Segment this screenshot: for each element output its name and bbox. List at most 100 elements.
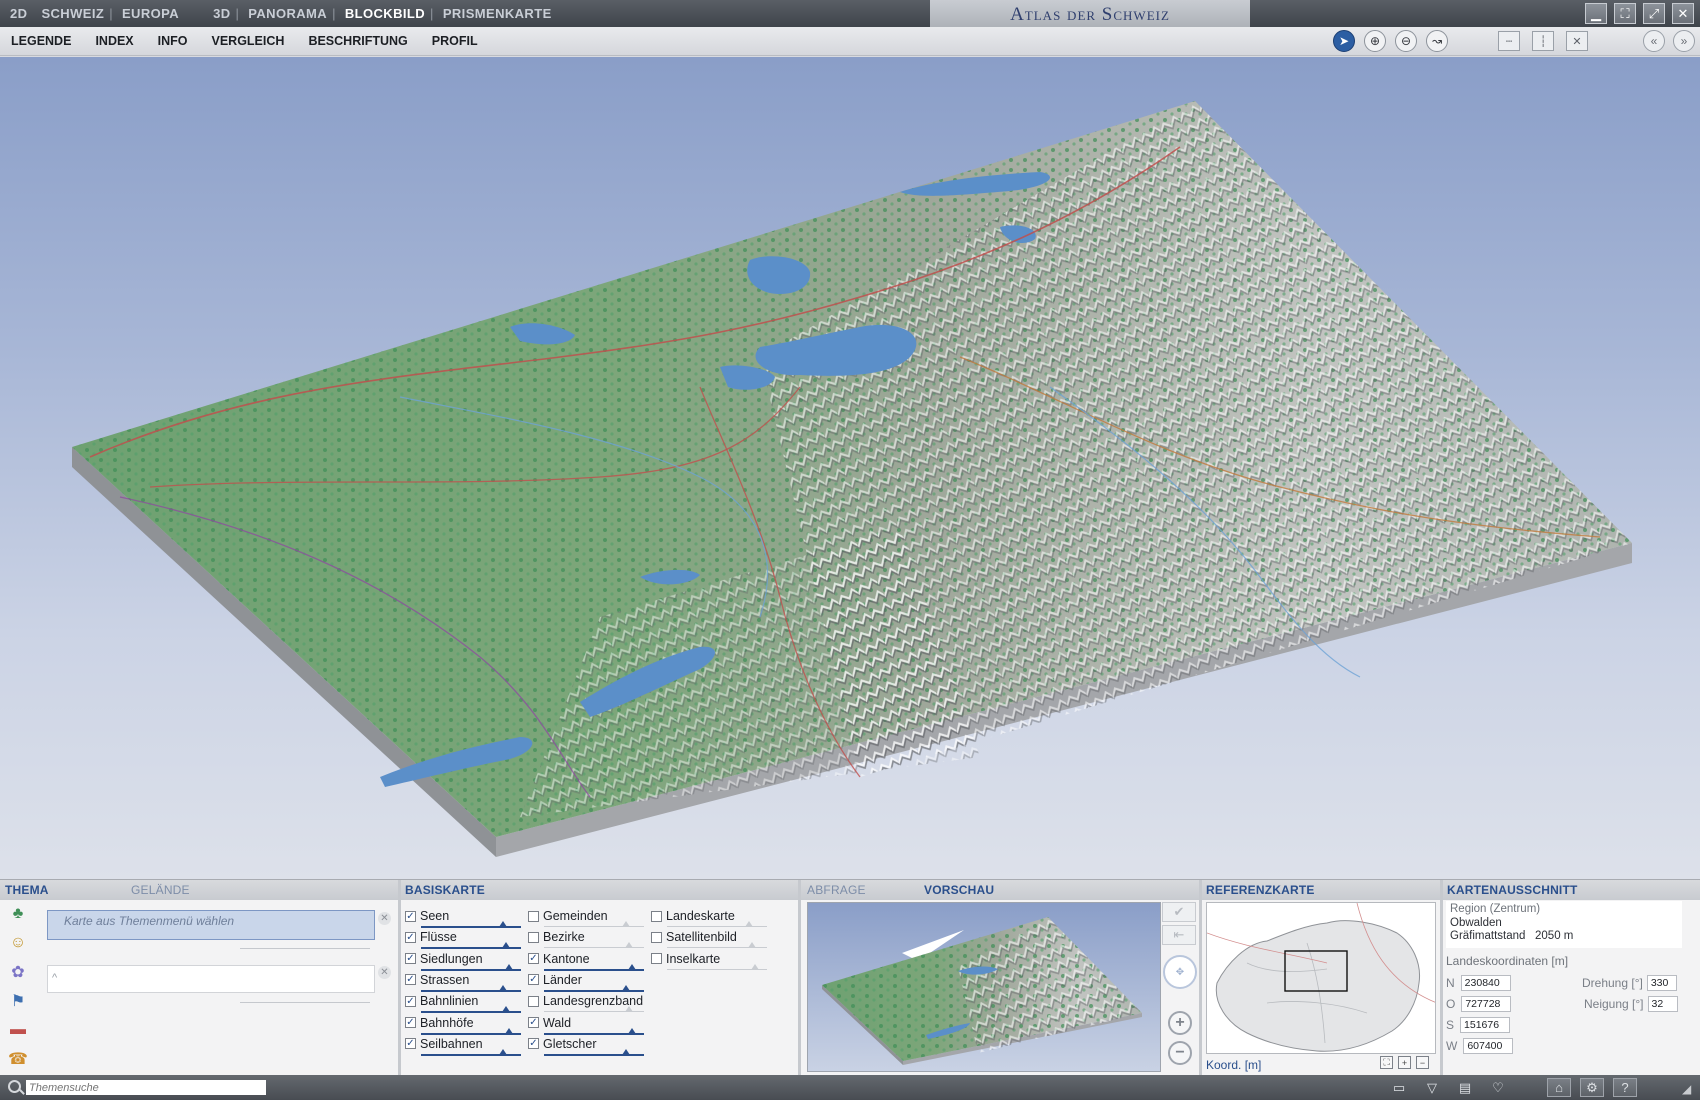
layer-checkbox[interactable]: ✓ xyxy=(405,910,416,922)
ref-zoom-in-icon[interactable]: + xyxy=(1398,1056,1411,1069)
tab-vorschau[interactable]: VORSCHAU xyxy=(924,883,994,897)
layer-seilbahnen[interactable]: ✓ Seilbahnen xyxy=(405,1037,483,1051)
zoom-out-tool-button[interactable]: ⊖ xyxy=(1395,30,1417,52)
layer-kantone[interactable]: ✓ Kantone xyxy=(528,952,590,966)
preview-zoom-out-button[interactable]: − xyxy=(1168,1041,1192,1065)
layer-gletscher[interactable]: ✓ Gletscher xyxy=(528,1037,597,1051)
menu-beschriftung[interactable]: BESCHRIFTUNG xyxy=(308,34,407,48)
resize-grip-icon[interactable]: ◢ xyxy=(1682,1082,1696,1096)
layer-checkbox[interactable]: ✓ xyxy=(528,1038,539,1050)
fit-window-button[interactable]: ⛶ xyxy=(1614,3,1636,24)
layer-checkbox[interactable] xyxy=(528,931,539,943)
coord-s-field[interactable]: 151676 xyxy=(1460,1017,1511,1033)
layer-checkbox[interactable]: ✓ xyxy=(528,953,539,965)
print-icon[interactable]: ▤ xyxy=(1453,1078,1477,1097)
forward-button[interactable]: » xyxy=(1673,30,1695,52)
preview-zoom-in-button[interactable]: + xyxy=(1168,1011,1192,1035)
layer-checkbox[interactable]: ✓ xyxy=(405,1017,416,1028)
layer-checkbox[interactable] xyxy=(651,910,662,922)
layer-checkbox[interactable] xyxy=(651,953,662,965)
slider-handle[interactable] xyxy=(622,921,630,927)
layer-flüsse[interactable]: ✓ Flüsse xyxy=(405,930,457,944)
economy-icon[interactable]: ✿ xyxy=(6,960,30,983)
block-diagram-view[interactable] xyxy=(0,57,1700,879)
no-split-button[interactable]: ✕ xyxy=(1566,31,1588,51)
population-icon[interactable]: ☺ xyxy=(6,931,30,954)
slider-handle[interactable] xyxy=(499,1048,507,1055)
fullscreen-button[interactable]: ⤢ xyxy=(1643,3,1665,24)
close-button[interactable]: ✕ xyxy=(1672,3,1694,24)
back-button[interactable]: « xyxy=(1643,30,1665,52)
slider-handle[interactable] xyxy=(502,942,510,949)
mode-panorama[interactable]: PANORAMA xyxy=(248,6,327,21)
menu-index[interactable]: INDEX xyxy=(95,34,133,48)
layer-satellitenbild[interactable]: Satellitenbild xyxy=(651,930,737,944)
layer-landeskarte[interactable]: Landeskarte xyxy=(651,909,735,923)
layer-bezirke[interactable]: Bezirke xyxy=(528,930,585,944)
koord-label[interactable]: Koord. [m] xyxy=(1206,1058,1261,1072)
layer-checkbox[interactable]: ✓ xyxy=(405,995,416,1007)
menu-legende[interactable]: LEGENDE xyxy=(11,34,71,48)
mode-2d[interactable]: 2D xyxy=(10,6,27,21)
coord-n-field[interactable]: 230840 xyxy=(1460,975,1511,991)
layer-bahnhöfe[interactable]: ✓ Bahnhöfe xyxy=(405,1016,474,1030)
measure-tool-button[interactable]: ↝ xyxy=(1426,30,1448,52)
layer-siedlungen[interactable]: ✓ Siedlungen xyxy=(405,952,483,966)
layer-länder[interactable]: ✓ Länder xyxy=(528,973,582,987)
layer-checkbox[interactable]: ✓ xyxy=(528,974,539,986)
slider-handle[interactable] xyxy=(625,1006,633,1013)
slider-handle[interactable] xyxy=(499,921,507,927)
layer-checkbox[interactable] xyxy=(528,995,539,1007)
slider-handle[interactable] xyxy=(748,942,756,949)
menu-profil[interactable]: PROFIL xyxy=(432,34,478,48)
preview-thumbnail[interactable] xyxy=(807,902,1161,1072)
ref-zoom-out-icon[interactable]: − xyxy=(1416,1056,1429,1069)
layer-bahnlinien[interactable]: ✓ Bahnlinien xyxy=(405,994,478,1008)
layer-strassen[interactable]: ✓ Strassen xyxy=(405,973,469,987)
slider-handle[interactable] xyxy=(751,963,759,970)
layer-seen[interactable]: ✓ Seen xyxy=(405,909,449,923)
drehung-field[interactable]: 330 xyxy=(1646,975,1677,991)
transport-icon[interactable]: ▬ xyxy=(6,1018,30,1041)
mode-3d[interactable]: 3D xyxy=(213,6,230,21)
reference-map[interactable] xyxy=(1206,902,1436,1054)
apply-view-button[interactable]: ✔ xyxy=(1162,902,1196,922)
layer-checkbox[interactable]: ✓ xyxy=(405,953,416,965)
slider-handle[interactable] xyxy=(628,1027,636,1034)
settings-icon[interactable]: ⚙ xyxy=(1580,1078,1604,1097)
layer-checkbox[interactable] xyxy=(651,931,662,943)
layer-checkbox[interactable] xyxy=(528,910,539,922)
export-icon[interactable]: ♡ xyxy=(1486,1078,1510,1097)
split-vertical-button[interactable]: ┆ xyxy=(1532,31,1554,51)
help-icon[interactable]: ? xyxy=(1613,1078,1637,1097)
menu-info[interactable]: INFO xyxy=(158,34,188,48)
politics-icon[interactable]: ⚑ xyxy=(6,989,30,1012)
mode-prismenkarte[interactable]: PRISMENKARTE xyxy=(443,6,552,21)
slider-handle[interactable] xyxy=(622,1048,630,1055)
mode-schweiz[interactable]: SCHWEIZ xyxy=(41,6,104,21)
layer-inselkarte[interactable]: Inselkarte xyxy=(651,952,720,966)
layer-checkbox[interactable]: ✓ xyxy=(405,974,416,986)
slider-handle[interactable] xyxy=(625,942,633,949)
slider-handle[interactable] xyxy=(505,1027,513,1034)
slider-handle[interactable] xyxy=(505,963,513,970)
reset-view-button[interactable]: ⇤ xyxy=(1162,925,1196,945)
split-horizontal-button[interactable]: ┄ xyxy=(1498,31,1520,51)
mode-europa[interactable]: EUROPA xyxy=(122,6,179,21)
communication-icon[interactable]: ☎ xyxy=(6,1047,30,1070)
home-icon[interactable]: ⌂ xyxy=(1547,1078,1571,1097)
forest-icon[interactable]: ♣ xyxy=(6,902,30,925)
slider-handle[interactable] xyxy=(628,963,636,970)
theme-search-input[interactable] xyxy=(26,1080,266,1095)
secondary-opacity-slider[interactable] xyxy=(240,1002,370,1003)
pointer-tool-button[interactable]: ➤ xyxy=(1333,30,1355,52)
menu-vergleich[interactable]: VERGLEICH xyxy=(212,34,285,48)
clear-thema-icon[interactable]: ✕ xyxy=(378,912,391,925)
layer-checkbox[interactable]: ✓ xyxy=(405,931,416,943)
thema-secondary-select[interactable]: ^ xyxy=(47,965,375,993)
coord-o-field[interactable]: 727728 xyxy=(1461,996,1512,1012)
coord-w-field[interactable]: 607400 xyxy=(1463,1038,1514,1054)
layer-wald[interactable]: ✓ Wald xyxy=(528,1016,571,1030)
tab-abfrage[interactable]: ABFRAGE xyxy=(807,883,866,897)
neigung-field[interactable]: 32 xyxy=(1647,996,1678,1012)
